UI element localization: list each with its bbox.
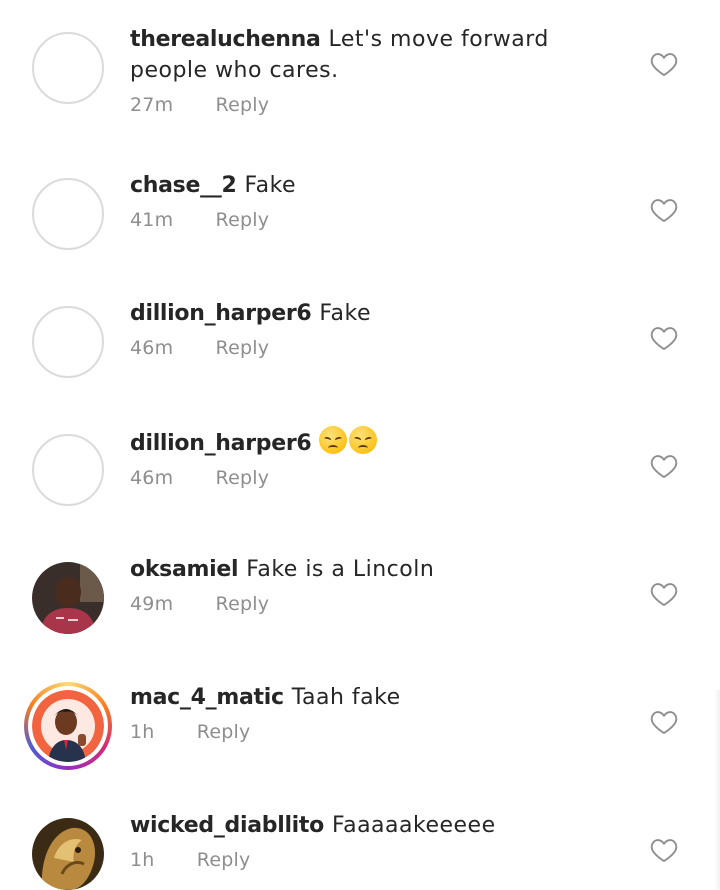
avatar[interactable]: [32, 434, 104, 506]
avatar[interactable]: [32, 178, 104, 250]
avatar-photo: [32, 818, 104, 890]
comment-timestamp: 49m: [130, 593, 174, 615]
heart-outline-icon[interactable]: [650, 837, 678, 863]
heart-outline-icon[interactable]: [650, 197, 678, 223]
avatar[interactable]: [32, 562, 104, 634]
comment-username[interactable]: therealuchenna: [130, 27, 321, 52]
comment-meta: 41m Reply: [130, 209, 580, 231]
reply-button[interactable]: Reply: [197, 721, 251, 743]
comment-username[interactable]: wicked_diabllito: [130, 813, 324, 838]
comment-body: dillion_harper6 Fake: [130, 298, 580, 329]
comment-text: Fake: [319, 301, 371, 326]
heart-outline-icon[interactable]: [650, 709, 678, 735]
comment-timestamp: 46m: [130, 467, 174, 489]
comment-meta: 1h Reply: [130, 849, 580, 871]
reply-button[interactable]: Reply: [216, 337, 270, 359]
heart-outline-icon[interactable]: [650, 581, 678, 607]
comment-timestamp: 41m: [130, 209, 174, 231]
avatar-photo: [32, 562, 104, 634]
comment-body: oksamiel Fake is a Lincoln: [130, 554, 580, 585]
heart-outline-icon[interactable]: [650, 453, 678, 479]
avatar[interactable]: [32, 818, 104, 890]
comment-timestamp: 46m: [130, 337, 174, 359]
reply-button[interactable]: Reply: [197, 849, 251, 871]
avatar[interactable]: [32, 32, 104, 104]
comment-meta: 46m Reply: [130, 337, 580, 359]
comment-body: mac_4_matic Taah fake: [130, 682, 580, 713]
heart-outline-icon[interactable]: [650, 51, 678, 77]
comment-username[interactable]: chase__2: [130, 173, 237, 198]
comment-meta: 49m Reply: [130, 593, 580, 615]
comment-body: wicked_diabllito Faaaaakeeeee: [130, 810, 580, 841]
scrollbar-track[interactable]: [714, 690, 720, 889]
heart-outline-icon[interactable]: [650, 325, 678, 351]
reply-button[interactable]: Reply: [216, 94, 270, 116]
disappointed-face-icon: [319, 426, 348, 454]
comment-username[interactable]: oksamiel: [130, 557, 239, 582]
avatar-photo: [32, 690, 104, 762]
comment-username[interactable]: dillion_harper6: [130, 431, 312, 456]
comment-timestamp: 27m: [130, 94, 174, 116]
comment-text: Taah fake: [291, 685, 401, 710]
comment-text: Fake is a Lincoln: [246, 557, 435, 582]
reply-button[interactable]: Reply: [216, 209, 270, 231]
disappointed-face-icon: [349, 426, 378, 454]
comment-text: Fake: [244, 173, 297, 198]
comment-username[interactable]: dillion_harper6: [130, 301, 312, 326]
comment-meta: 1h Reply: [130, 721, 580, 743]
comment-timestamp: 1h: [130, 849, 155, 871]
comment-body: dillion_harper6: [130, 426, 580, 459]
comment-meta: 46m Reply: [130, 467, 580, 489]
avatar-story-ring[interactable]: [24, 682, 112, 770]
comment-timestamp: 1h: [130, 721, 155, 743]
comment-body: therealuchenna Let's move forward people …: [130, 24, 580, 86]
comment-meta: 27m Reply: [130, 94, 580, 116]
avatar[interactable]: [32, 306, 104, 378]
reply-button[interactable]: Reply: [216, 593, 270, 615]
reply-button[interactable]: Reply: [216, 467, 270, 489]
comment-username[interactable]: mac_4_matic: [130, 685, 284, 710]
comment-body: chase__2 Fake: [130, 170, 580, 201]
comment-text: Faaaaakeeeee: [331, 813, 496, 838]
